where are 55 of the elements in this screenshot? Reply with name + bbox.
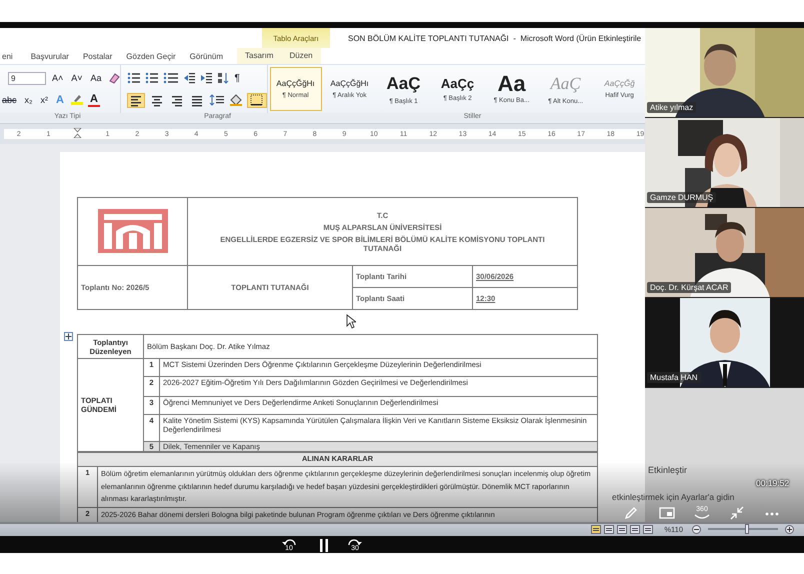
line-spacing-icon[interactable] bbox=[208, 94, 225, 106]
participant-name: Mustafa HAN bbox=[647, 372, 701, 383]
ribbon-tab[interactable]: Başvurular bbox=[30, 52, 83, 60]
view-icon[interactable] bbox=[643, 524, 654, 534]
shading-icon[interactable] bbox=[228, 94, 243, 106]
clear-format-icon[interactable] bbox=[108, 72, 120, 84]
sort-icon[interactable] bbox=[216, 72, 229, 84]
superscript-button[interactable]: x² bbox=[38, 92, 50, 108]
more-options-icon[interactable] bbox=[765, 512, 779, 516]
subscript-button[interactable]: x₂ bbox=[22, 92, 35, 108]
view-icon[interactable] bbox=[617, 524, 628, 534]
arc-icon bbox=[693, 514, 711, 520]
multilevel-list-icon[interactable] bbox=[162, 72, 179, 84]
ribbon-tab[interactable]: Tasarım bbox=[237, 48, 282, 64]
numbered-list-icon[interactable] bbox=[144, 72, 159, 84]
activation-notice: Etkinleştir bbox=[648, 465, 688, 475]
zoom-in-icon[interactable] bbox=[785, 524, 794, 534]
strikethrough-button[interactable]: abc bbox=[0, 92, 19, 108]
video-time: 00:19:52 bbox=[756, 478, 790, 488]
bullet-list-icon[interactable] bbox=[126, 72, 141, 84]
ribbon-tab[interactable]: eni bbox=[2, 52, 13, 60]
font-color-button[interactable]: A bbox=[88, 94, 100, 106]
university-logo bbox=[98, 208, 168, 252]
mouse-cursor-icon bbox=[346, 314, 356, 329]
window-title: SON BÖLÜM KALİTE TOPLANTI TUTANAĞI - Microsoft Word (Ürün Etkinleştirile bbox=[348, 34, 642, 42]
minimize-icon[interactable] bbox=[730, 506, 744, 520]
indent-marker-icon[interactable] bbox=[73, 128, 82, 138]
font-size-field[interactable]: 9 bbox=[8, 72, 46, 84]
ribbon-tab[interactable]: Postalar bbox=[82, 52, 126, 60]
increase-indent-icon[interactable] bbox=[200, 72, 213, 84]
view-icon[interactable] bbox=[604, 524, 614, 534]
highlighter-icon[interactable] bbox=[70, 94, 84, 106]
borders-button[interactable] bbox=[246, 92, 267, 108]
view-icon[interactable] bbox=[591, 524, 602, 534]
ribbon-tab[interactable]: Düzen bbox=[281, 48, 321, 64]
ribbon-tab[interactable]: Gözden Geçir bbox=[126, 52, 190, 60]
align-left-button[interactable] bbox=[126, 92, 145, 108]
participant-name: Atike yılmaz bbox=[647, 102, 696, 113]
decrease-indent-icon[interactable] bbox=[182, 72, 196, 84]
change-case-button[interactable]: Aa bbox=[88, 70, 104, 86]
show-formatting-button[interactable]: ¶ bbox=[232, 70, 242, 86]
table-move-icon[interactable] bbox=[64, 332, 73, 341]
ribbon-tab[interactable]: Görünüm bbox=[190, 52, 238, 60]
view-icon[interactable] bbox=[630, 524, 640, 534]
participant-name: Gamze DURMUŞ bbox=[647, 192, 716, 203]
slider-thumb[interactable] bbox=[744, 524, 748, 534]
picture-in-picture-icon[interactable] bbox=[659, 507, 675, 519]
zoom-out-icon[interactable] bbox=[692, 524, 701, 534]
rotate-back-icon bbox=[281, 538, 297, 545]
shrink-font-button[interactable]: A˅ bbox=[69, 70, 85, 86]
rotate-forward-icon bbox=[347, 538, 363, 545]
grow-font-button[interactable]: A˄ bbox=[50, 70, 66, 86]
participant-name: Doç. Dr. Kürşat ACAR bbox=[647, 282, 732, 293]
activation-notice: etkinleştirmek için Ayarlar'a gidin bbox=[612, 492, 734, 502]
pause-icon[interactable] bbox=[320, 539, 328, 552]
